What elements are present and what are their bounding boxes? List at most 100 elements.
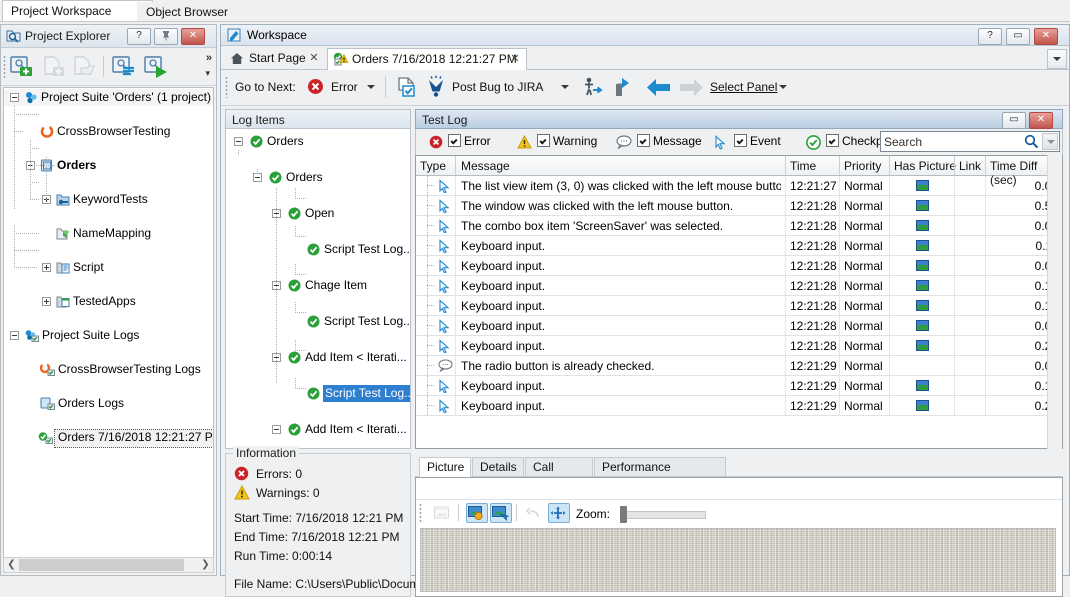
expander-icon[interactable]	[10, 93, 19, 102]
arrow-left-icon[interactable]	[645, 77, 672, 98]
jira-icon[interactable]	[425, 75, 447, 98]
scroll-left-icon[interactable]: ❮	[4, 558, 19, 572]
expander-icon[interactable]	[272, 425, 281, 434]
table-row[interactable]: Keyboard input.12:21:28Normal0.08	[416, 316, 1062, 336]
tab-object-browser[interactable]: Object Browser	[137, 2, 267, 22]
table-row[interactable]: Keyboard input.12:21:28Normal0.10	[416, 276, 1062, 296]
log-tree-item[interactable]: Script Test Log...	[226, 313, 410, 330]
checkbox-error[interactable]	[448, 134, 461, 147]
tree-item-project-suite-logs[interactable]: Project Suite Logs	[4, 327, 213, 344]
toolbar-grip[interactable]	[225, 76, 228, 98]
tree-item-crossbrowsertesting[interactable]: CrossBrowserTesting	[4, 123, 213, 140]
column-header-message[interactable]: Message	[461, 159, 510, 173]
column-header-link[interactable]: Link	[959, 159, 981, 173]
tab-details[interactable]: Details	[472, 457, 524, 477]
new-project-suite-icon[interactable]	[9, 54, 35, 79]
has-picture-icon[interactable]	[916, 300, 929, 311]
export-up-icon[interactable]	[613, 76, 631, 99]
column-header-has-picture[interactable]: Has Picture	[894, 159, 956, 173]
project-explorer-pin-button[interactable]	[154, 28, 178, 45]
test-log-grid[interactable]: Type Message Time Priority Has Picture L…	[415, 155, 1063, 449]
has-picture-icon[interactable]	[916, 200, 929, 211]
log-tree-item[interactable]: Chage Item	[226, 277, 410, 294]
expander-icon[interactable]	[10, 331, 19, 340]
tab-project-workspace[interactable]: Project Workspace	[2, 0, 153, 22]
log-items-tree[interactable]: Orders Orders Open Script Test Log... Ch…	[225, 129, 411, 449]
project-explorer-help-button[interactable]: ?	[127, 28, 151, 45]
tree-item-testedapps[interactable]: TestedApps	[4, 293, 213, 310]
project-explorer-tree[interactable]: Project Suite 'Orders' (1 project) Cross…	[3, 87, 214, 571]
doc-tab-close-icon[interactable]: ✕	[509, 53, 521, 65]
search-input[interactable]	[881, 132, 1029, 151]
tab-call-stack[interactable]: Call Stack	[525, 457, 593, 493]
search-icon[interactable]	[1024, 134, 1039, 149]
compare-picture-icon[interactable]	[490, 503, 512, 523]
search-box[interactable]	[880, 131, 1060, 152]
log-tree-item[interactable]: Orders	[226, 169, 410, 186]
test-log-restore-button[interactable]: ▭	[1002, 112, 1026, 129]
tree-item-project-suite[interactable]: Project Suite 'Orders' (1 project)	[4, 89, 213, 106]
zoom-slider-track[interactable]	[621, 511, 706, 519]
error-type-label[interactable]: Error	[331, 80, 358, 94]
test-log-vscrollbar[interactable]	[1047, 155, 1062, 449]
doc-tab-orders-log[interactable]: Orders 7/16/2018 12:21:27 PM ✕	[327, 48, 527, 70]
run-project-icon[interactable]	[143, 54, 169, 79]
search-dropdown-button[interactable]	[1042, 133, 1058, 150]
column-header-priority[interactable]: Priority	[844, 159, 881, 173]
toolbar-grip[interactable]	[419, 503, 422, 522]
post-bug-dropdown-icon[interactable]	[561, 85, 569, 89]
table-row[interactable]: Keyboard input.12:21:28Normal0.20	[416, 336, 1062, 356]
filter-event[interactable]: Event	[734, 134, 781, 148]
project-explorer-hscrollbar[interactable]: ❮ ❯	[3, 557, 214, 573]
log-tree-item[interactable]: Orders	[226, 133, 410, 150]
tab-picture[interactable]: Picture	[419, 457, 471, 477]
checkbox-message[interactable]	[637, 134, 650, 147]
has-picture-icon[interactable]	[916, 380, 929, 391]
has-picture-icon[interactable]	[916, 220, 929, 231]
workspace-help-button[interactable]: ?	[978, 28, 1002, 45]
table-row[interactable]: The combo box item 'ScreenSaver' was sel…	[416, 216, 1062, 236]
has-picture-icon[interactable]	[916, 320, 929, 331]
tree-item-orders-logs[interactable]: Orders Logs	[4, 395, 213, 412]
scroll-right-icon[interactable]: ❯	[198, 558, 213, 572]
column-header-type[interactable]: Type	[420, 159, 446, 173]
toolbar-overflow-button[interactable]: »	[206, 52, 212, 64]
has-picture-icon[interactable]	[916, 400, 929, 411]
project-properties-icon[interactable]	[111, 54, 137, 79]
has-picture-icon[interactable]	[916, 280, 929, 291]
screenshot-canvas[interactable]	[420, 528, 1056, 592]
highlight-area-icon[interactable]	[466, 503, 488, 523]
expander-icon[interactable]	[42, 297, 51, 306]
log-tree-item[interactable]: Open	[226, 205, 410, 222]
table-row[interactable]: Keyboard input.12:21:29Normal0.10	[416, 376, 1062, 396]
table-row[interactable]: The radio button is already checked. 12:2…	[416, 356, 1062, 376]
doc-tab-close-icon[interactable]: ✕	[308, 52, 320, 64]
fit-to-window-icon[interactable]	[548, 503, 570, 523]
log-tree-item[interactable]: Add Item < Iterati...	[226, 421, 410, 438]
log-tree-item[interactable]: Script Test Log...	[226, 241, 410, 258]
table-row[interactable]: Keyboard input.12:21:28Normal0.06	[416, 256, 1062, 276]
workspace-close-button[interactable]: ✕	[1034, 28, 1058, 45]
expander-icon[interactable]	[234, 137, 243, 146]
table-row[interactable]: Keyboard input.12:21:28Normal0.11	[416, 236, 1062, 256]
zoom-slider-thumb[interactable]	[620, 506, 627, 523]
tree-item-orders-log-entry[interactable]: Orders 7/16/2018 12:21:27 PM	[4, 429, 213, 448]
checkbox-warning[interactable]	[537, 134, 550, 147]
project-explorer-close-button[interactable]: ✕	[181, 28, 205, 45]
filter-warning[interactable]: Warning	[537, 134, 597, 148]
test-log-close-button[interactable]: ✕	[1029, 112, 1053, 129]
scroll-thumb[interactable]	[19, 559, 184, 571]
table-row[interactable]: The window was clicked with the left mou…	[416, 196, 1062, 216]
log-tree-item-selected[interactable]: Script Test Log...	[226, 385, 410, 402]
log-tree-item[interactable]: Add Item < Iterati...	[226, 349, 410, 366]
error-icon[interactable]	[307, 78, 324, 95]
has-picture-icon[interactable]	[916, 180, 929, 191]
go-to-next-dropdown-icon[interactable]	[367, 85, 375, 89]
table-row[interactable]: Keyboard input.12:21:28Normal0.18	[416, 296, 1062, 316]
checkbox-event[interactable]	[734, 134, 747, 147]
grid-body[interactable]: The list view item (3, 0) was clicked wi…	[416, 176, 1062, 416]
toolbar-overflow-caret-icon[interactable]: ▾	[205, 68, 210, 79]
workspace-restore-button[interactable]: ▭	[1006, 28, 1030, 45]
post-bug-label[interactable]: Post Bug to JIRA	[452, 80, 543, 94]
has-picture-icon[interactable]	[916, 240, 929, 251]
